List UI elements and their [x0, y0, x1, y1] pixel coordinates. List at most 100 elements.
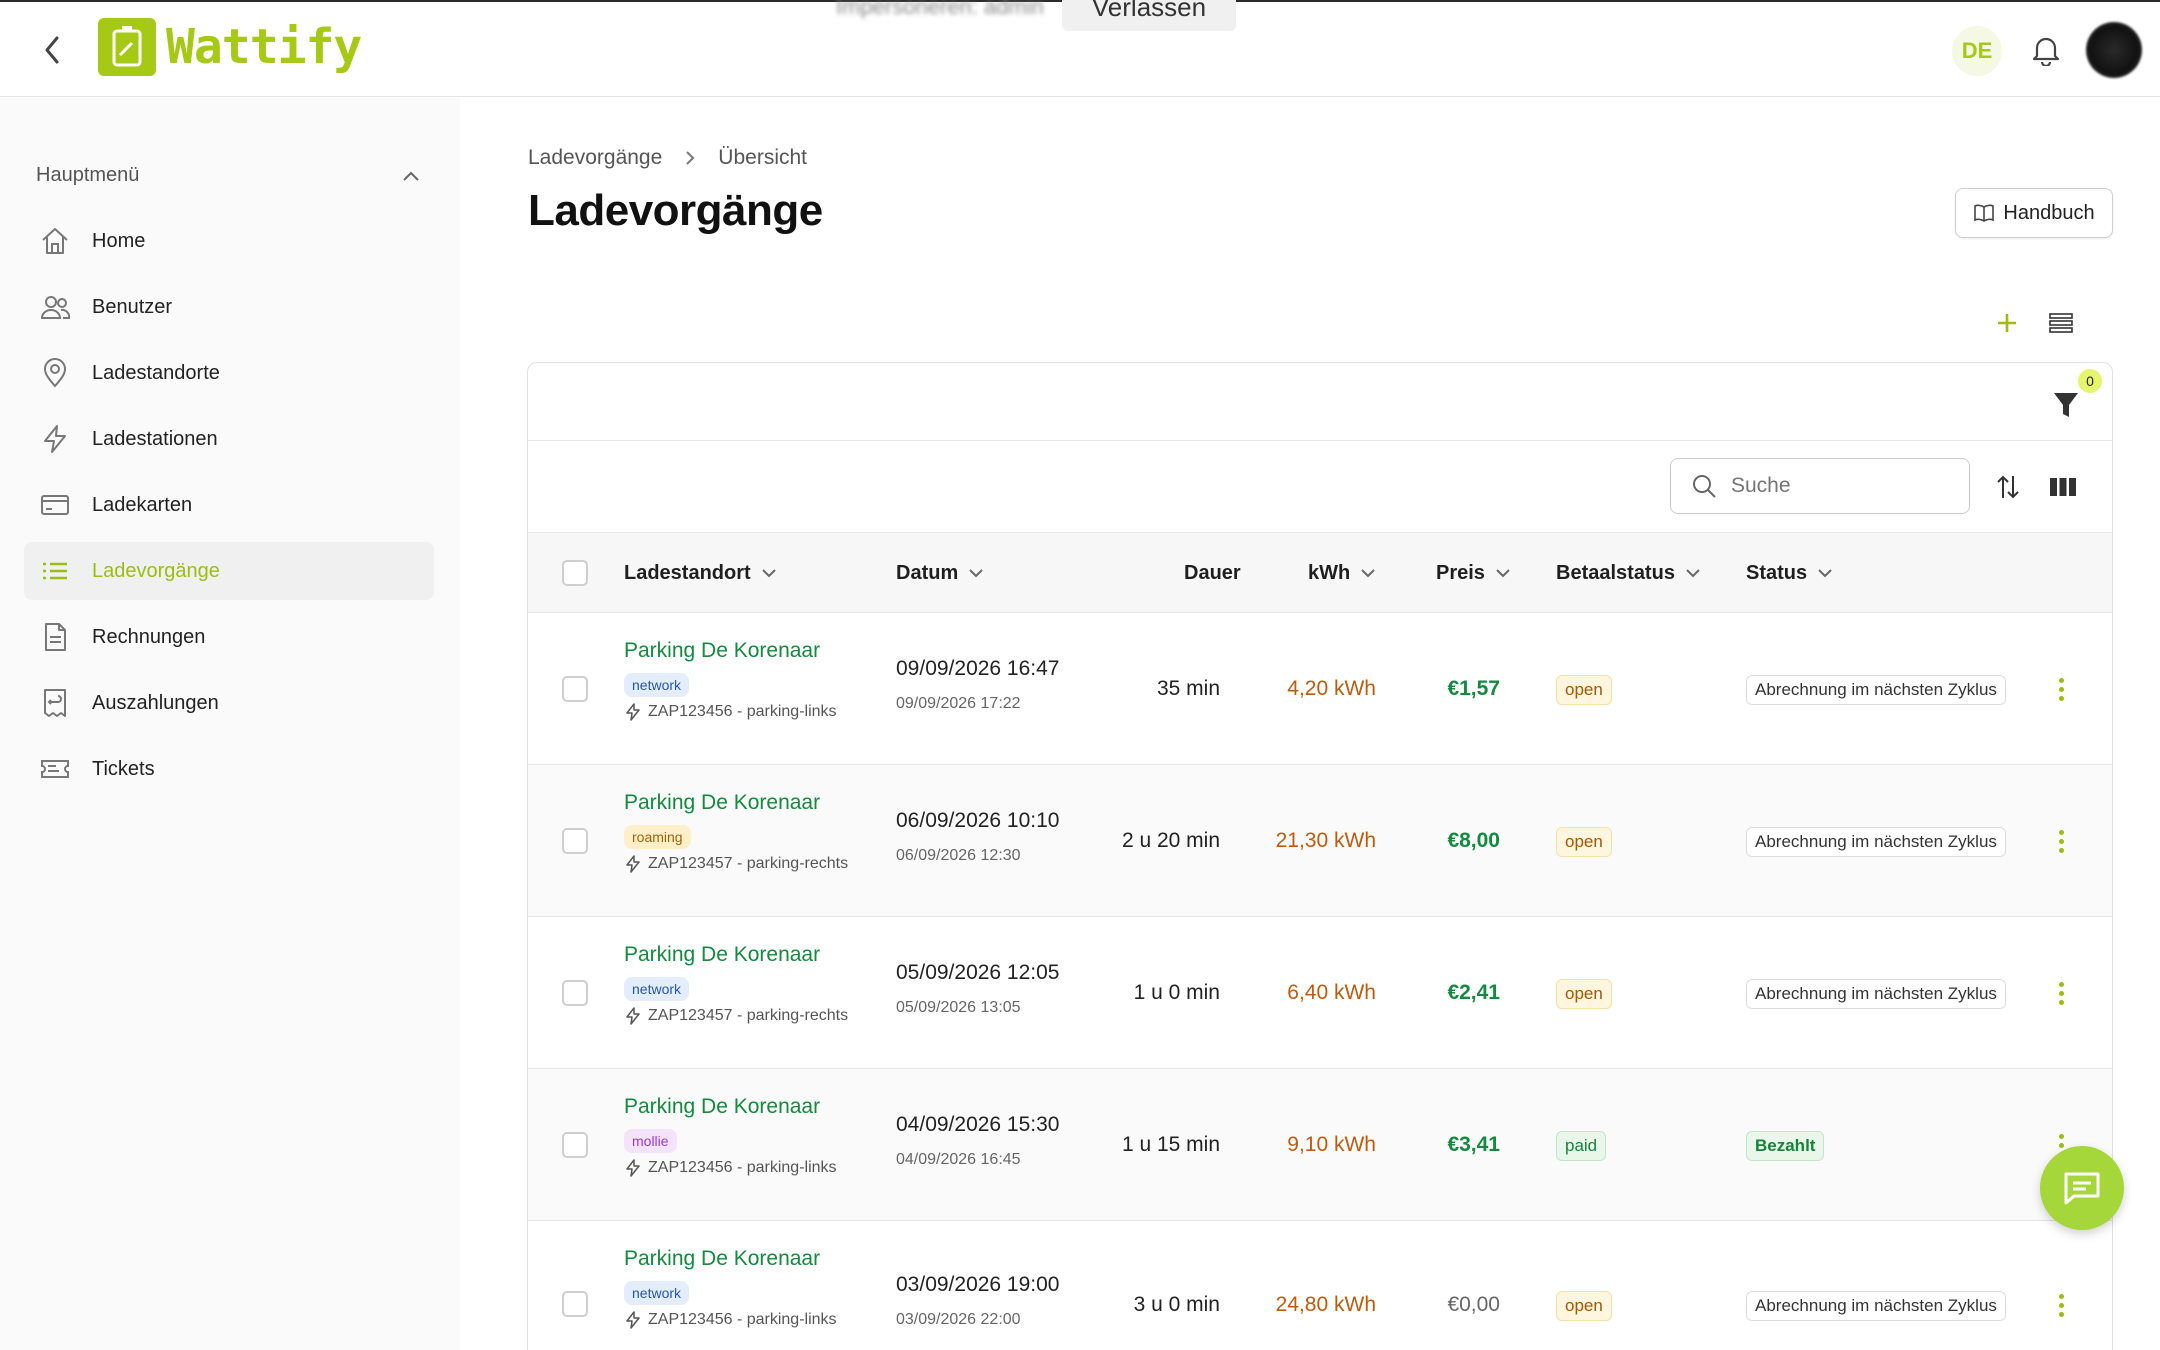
sidebar-item-invoices[interactable]: Rechnungen	[24, 608, 434, 666]
main-menu-header[interactable]: Hauptmenü	[36, 164, 420, 187]
row-checkbox[interactable]	[562, 828, 588, 854]
row-checkbox[interactable]	[562, 676, 588, 702]
sidebar-item-label: Benutzer	[92, 295, 173, 318]
price-value: €8,00	[1447, 829, 1500, 852]
chat-button[interactable]	[2040, 1146, 2124, 1230]
station-label: ZAP123456 - parking-links	[648, 1311, 837, 1328]
filter-count-badge: 0	[2078, 369, 2102, 393]
user-avatar[interactable]	[2086, 22, 2142, 78]
start-date: 05/09/2026 12:05	[896, 961, 1060, 984]
search-icon	[1693, 475, 1716, 498]
row-actions-button[interactable]	[2046, 821, 2076, 861]
table-row[interactable]: Parking De Korenaar network ZAP123456 - …	[528, 613, 2112, 765]
ticket-icon	[38, 752, 72, 786]
duration-value: 35 min	[1156, 677, 1220, 700]
row-checkbox[interactable]	[562, 1132, 588, 1158]
end-date: 04/09/2026 16:45	[896, 1151, 1021, 1168]
search-box[interactable]	[1670, 458, 1970, 514]
location-link[interactable]: Parking De Korenaar	[624, 791, 848, 815]
station-info: ZAP123457 - parking-rechts	[624, 855, 848, 873]
sidebar-item-users[interactable]: Benutzer	[24, 278, 434, 336]
select-all-checkbox[interactable]	[562, 560, 588, 586]
start-date: 03/09/2026 19:00	[896, 1273, 1060, 1296]
status-badge: Bezahlt	[1746, 1131, 1825, 1161]
chevron-down-icon	[1361, 569, 1375, 578]
notifications-button[interactable]	[2028, 32, 2064, 68]
duration-value: 1 u 15 min	[1121, 1133, 1220, 1156]
app-name: Wattify	[166, 19, 362, 75]
station-info: ZAP123456 - parking-links	[624, 1159, 837, 1177]
sidebar: Hauptmenü Home Benutzer Ladestandorte La…	[0, 98, 460, 1350]
payment-status-badge: paid	[1556, 1131, 1607, 1161]
location-cell: Parking De Korenaar mollie ZAP123456 - p…	[624, 1095, 837, 1177]
column-header-label: Preis	[1436, 561, 1485, 584]
sidebar-item-cards[interactable]: Ladekarten	[24, 476, 434, 534]
chevron-down-icon	[1686, 569, 1700, 578]
column-header-payment-status[interactable]: Betaalstatus	[1556, 533, 1701, 613]
app-logo[interactable]: Wattify	[98, 16, 362, 78]
table-row[interactable]: Parking De Korenaar roaming ZAP123457 - …	[528, 765, 2112, 917]
location-link[interactable]: Parking De Korenaar	[624, 639, 837, 663]
sort-button[interactable]	[1990, 469, 2026, 505]
sidebar-item-sessions[interactable]: Ladevorgänge	[24, 542, 434, 600]
row-checkbox[interactable]	[562, 1291, 588, 1317]
sidebar-item-locations[interactable]: Ladestandorte	[24, 344, 434, 402]
table-row[interactable]: Parking De Korenaar mollie ZAP123456 - p…	[528, 1069, 2112, 1221]
station-info: ZAP123457 - parking-rechts	[624, 1007, 848, 1025]
filter-bar: 0	[528, 363, 2112, 441]
sidebar-item-label: Home	[92, 229, 146, 252]
kwh-value: 21,30 kWh	[1275, 829, 1376, 852]
location-link[interactable]: Parking De Korenaar	[624, 1247, 837, 1271]
column-header-price[interactable]: Preis	[1436, 533, 1511, 613]
end-date: 05/09/2026 13:05	[896, 999, 1021, 1016]
list-view-button[interactable]	[2044, 306, 2078, 340]
end-date: 06/09/2026 12:30	[896, 847, 1021, 864]
column-header-date[interactable]: Datum	[896, 533, 984, 613]
column-header-label: Betaalstatus	[1556, 561, 1675, 584]
sidebar-item-home[interactable]: Home	[24, 212, 434, 270]
chevron-left-icon	[45, 36, 59, 64]
start-date: 09/09/2026 16:47	[896, 657, 1060, 680]
sidebar-item-tickets[interactable]: Tickets	[24, 740, 434, 798]
sidebar-item-payouts[interactable]: Auszahlungen	[24, 674, 434, 732]
column-header-status[interactable]: Status	[1746, 533, 1833, 613]
location-link[interactable]: Parking De Korenaar	[624, 1095, 837, 1119]
sort-arrows-icon	[1997, 475, 2019, 499]
column-header-label: Status	[1746, 561, 1808, 584]
lightning-icon	[626, 703, 640, 721]
chevron-up-icon	[403, 171, 419, 181]
payment-status-badge: open	[1556, 979, 1612, 1009]
column-header-kwh[interactable]: kWh	[1308, 533, 1376, 613]
row-actions-button[interactable]	[2046, 973, 2076, 1013]
search-input[interactable]	[1731, 474, 1941, 498]
sidebar-item-stations[interactable]: Ladestationen	[24, 410, 434, 468]
language-switcher[interactable]: DE	[1952, 26, 2002, 76]
column-header-duration[interactable]: Dauer	[1184, 533, 1241, 613]
location-link[interactable]: Parking De Korenaar	[624, 943, 848, 967]
column-header-location[interactable]: Ladestandort	[624, 533, 777, 613]
lightning-icon	[626, 1007, 640, 1025]
book-icon	[1974, 204, 1995, 222]
date-cell: 03/09/2026 19:00 03/09/2026 22:00	[896, 1273, 1060, 1329]
leave-impersonation-button[interactable]: Verlassen	[1061, 0, 1237, 31]
kwh-value: 9,10 kWh	[1287, 1133, 1376, 1156]
column-header-label: Datum	[896, 561, 959, 584]
columns-button[interactable]	[2045, 469, 2081, 505]
row-checkbox[interactable]	[562, 980, 588, 1006]
table-row[interactable]: Parking De Korenaar network ZAP123457 - …	[528, 917, 2112, 1069]
row-actions-button[interactable]	[2046, 669, 2076, 709]
row-actions-button[interactable]	[2046, 1285, 2076, 1325]
filter-button[interactable]	[2046, 385, 2086, 425]
table-header: Ladestandort Datum Dauer kWh Preis Betaa…	[528, 533, 2112, 613]
table-row[interactable]: Parking De Korenaar network ZAP123456 - …	[528, 1221, 2112, 1350]
payment-status-badge: open	[1556, 675, 1612, 705]
add-button[interactable]	[1990, 306, 2024, 340]
back-button[interactable]	[36, 32, 68, 68]
station-label: ZAP123456 - parking-links	[648, 703, 837, 720]
breadcrumb-sessions-link[interactable]: Ladevorgänge	[528, 146, 662, 170]
manual-button-label: Handbuch	[2003, 201, 2095, 224]
receipt-return-icon	[38, 686, 72, 720]
manual-button[interactable]: Handbuch	[1955, 188, 2113, 238]
stacked-list-icon	[2049, 313, 2073, 333]
breadcrumb: Ladevorgänge Übersicht	[528, 146, 807, 170]
